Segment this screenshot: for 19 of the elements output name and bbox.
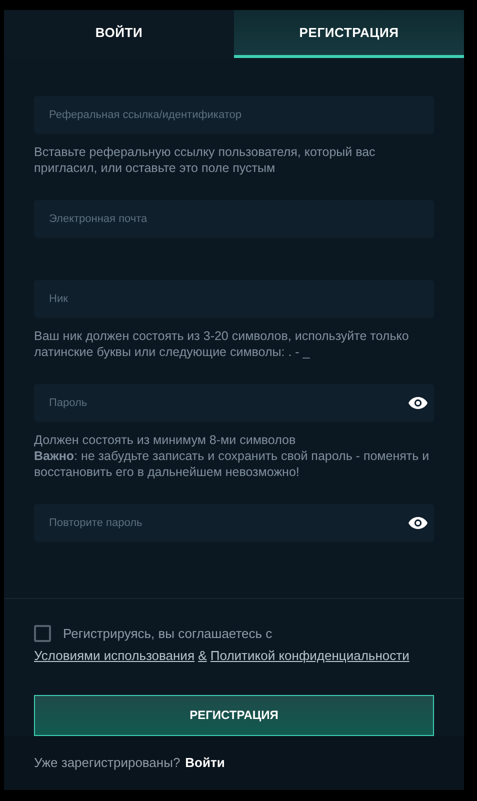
password-field[interactable]: Повторите пароль: [34, 504, 434, 542]
checkbox[interactable]: [34, 624, 51, 642]
field-hint: Вставьте реферальную ссылку пользователя, который вас пригласил, или оставьте это поле пустым: [34, 144, 376, 176]
password-field[interactable]: Пароль: [34, 384, 434, 422]
input-field[interactable]: Электронная почта: [34, 200, 434, 238]
input-field[interactable]: Ник: [34, 280, 434, 318]
eye-icon[interactable]: [408, 516, 428, 530]
terms-link[interactable]: Политикой конфиденциальности: [210, 648, 410, 663]
footer-text: Уже зарегистрированы?: [34, 755, 180, 770]
terms-link[interactable]: &: [198, 648, 207, 663]
register-button[interactable]: РЕГИСТРАЦИЯ: [34, 694, 434, 736]
agreement-text: Регистрируясь, вы соглашаетесь с: [63, 626, 272, 641]
eye-icon[interactable]: [408, 396, 428, 410]
field-hint: Должен состоять из минимум 8-ми символов Важно: не забудьте записать и сохранить свой пароль - поменять и восстановить его в дальнейшем невозможно!: [34, 432, 430, 480]
tab[interactable]: РЕГИСТРАЦИЯ: [234, 10, 464, 58]
field-hint: Ваш ник должен состоять из 3-20 символов, используйте только латинские буквы или следующие символы: . - _: [34, 328, 410, 360]
terms-link[interactable]: Условиями использования: [34, 648, 194, 663]
login-link[interactable]: Войти: [185, 755, 225, 770]
input-field[interactable]: Реферальная ссылка/идентификатор: [34, 96, 434, 134]
